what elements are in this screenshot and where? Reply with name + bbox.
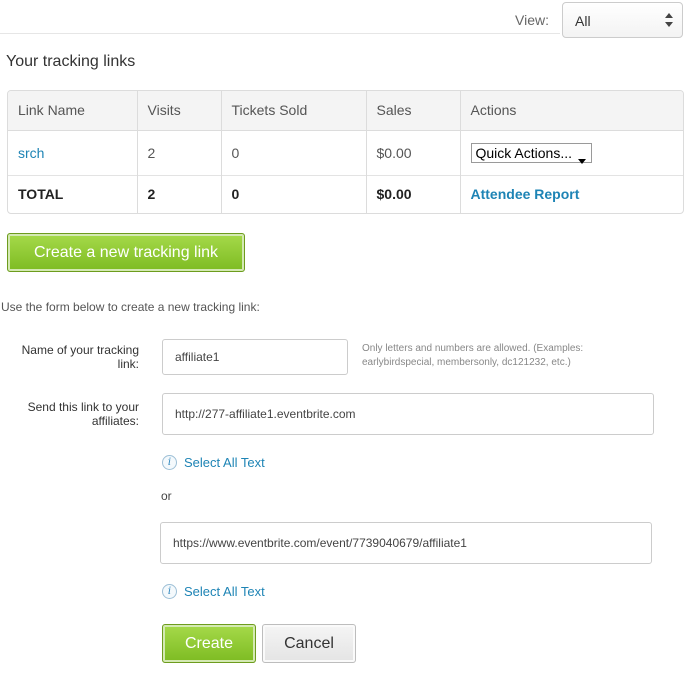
header-link-name: Link Name [8,91,138,131]
total-visits: 2 [137,175,222,213]
total-tickets: 0 [221,175,367,213]
tickets-cell: 0 [221,130,367,175]
attendee-report-link[interactable]: Attendee Report [460,175,683,213]
quick-actions-label: Quick Actions... [475,144,572,161]
form-intro-text: Use the form below to create a new track… [1,300,260,314]
header-actions: Actions [460,91,683,131]
create-button[interactable]: Create [162,624,256,663]
link-name-cell[interactable]: srch [8,130,138,175]
tracking-name-input[interactable]: affiliate1 [162,339,348,375]
view-select[interactable]: All [562,2,683,38]
cancel-button[interactable]: Cancel [262,624,356,663]
create-tracking-link-button[interactable]: Create a new tracking link [7,233,245,272]
caret-down-icon [577,151,586,168]
quick-actions-dropdown[interactable]: Quick Actions... [470,142,592,164]
view-label: View: [515,12,549,28]
select-all-text-link[interactable]: Select All Text [184,455,265,470]
view-select-value: All [575,13,591,29]
name-field-label: Name of your tracking link: [21,343,139,371]
name-hint: Only letters and numbers are allowed. (E… [362,343,584,368]
table-header-row: Link Name Visits Tickets Sold Sales Acti… [8,91,683,131]
header-tickets-sold: Tickets Sold [221,91,367,131]
select-all-text-link-2[interactable]: Select All Text [184,584,265,599]
short-link-field[interactable]: http://277-affiliate1.eventbrite.com [162,393,654,435]
sort-arrows-icon [664,10,674,30]
section-title: Your tracking links [6,53,136,70]
total-label: TOTAL [8,175,138,213]
info-icon: i [162,455,177,470]
tracking-links-table: Link Name Visits Tickets Sold Sales Acti… [7,90,684,214]
header-sales: Sales [366,91,461,131]
header-visits: Visits [137,91,222,131]
actions-cell: Quick Actions... [460,130,683,175]
table-row: srch 2 0 $0.00 Quick Actions... [8,130,683,175]
visits-cell: 2 [137,130,222,175]
total-sales: $0.00 [366,175,461,213]
info-icon: i [162,584,177,599]
or-separator: or [161,489,172,503]
sales-cell: $0.00 [366,130,461,175]
total-row: TOTAL 2 0 $0.00 Attendee Report [8,175,683,213]
top-divider [0,33,560,34]
long-link-field[interactable]: https://www.eventbrite.com/event/7739040… [160,522,652,564]
send-link-label: Send this link to your affiliates: [27,400,139,428]
